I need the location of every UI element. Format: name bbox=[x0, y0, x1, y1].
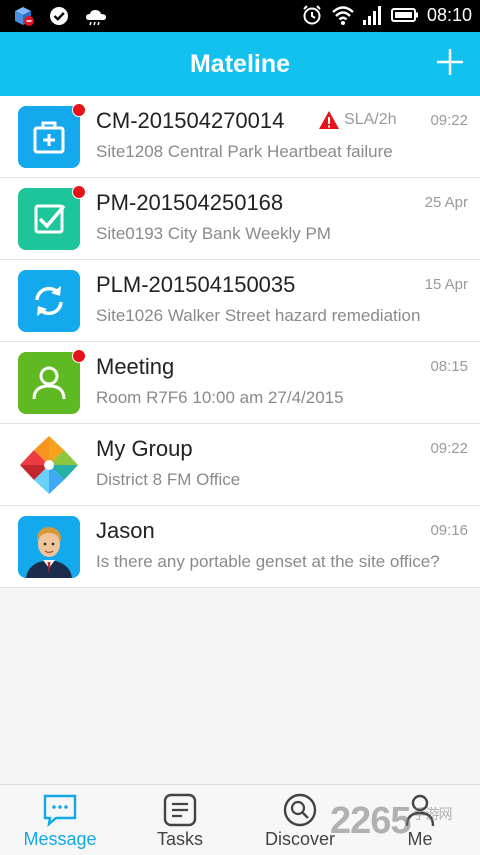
conversation-row[interactable]: PM-201504250168 25 Apr Site0193 City Ban… bbox=[0, 178, 480, 260]
clock-time: 08:10 bbox=[426, 4, 472, 25]
sla-badge: SLA/2h bbox=[318, 110, 396, 130]
search-icon bbox=[283, 793, 317, 827]
refresh-icon bbox=[18, 270, 80, 332]
conversation-row[interactable]: PLM-201504150035 15 Apr Site1026 Walker … bbox=[0, 260, 480, 342]
wifi-icon bbox=[331, 4, 354, 26]
person-icon bbox=[18, 352, 80, 414]
conversation-row[interactable]: Jason 09:16 Is there any portable genset… bbox=[0, 506, 480, 588]
watermark-text: 2265 bbox=[330, 800, 412, 842]
conversation-subtitle: Site0193 City Bank Weekly PM bbox=[96, 224, 331, 243]
conversation-time: 09:16 bbox=[430, 522, 468, 539]
plus-icon bbox=[437, 49, 463, 75]
sla-label: SLA/2h bbox=[344, 111, 397, 128]
app-header: Mateline bbox=[0, 32, 480, 96]
unread-dot bbox=[72, 185, 86, 199]
check-circle-icon bbox=[48, 5, 70, 27]
conversation-time: 25 Apr bbox=[424, 194, 468, 211]
conversation-time: 09:22 bbox=[430, 112, 468, 129]
conversation-time: 08:15 bbox=[430, 358, 468, 375]
conversation-row[interactable]: Meeting 08:15 Room R7F6 10:00 am 27/4/20… bbox=[0, 342, 480, 424]
conversation-name: My Group bbox=[96, 436, 193, 461]
cloud-icon bbox=[84, 5, 106, 27]
warning-icon bbox=[319, 111, 339, 129]
tab-message[interactable]: Message bbox=[0, 785, 120, 855]
tab-label: Message bbox=[23, 829, 97, 849]
document-icon bbox=[163, 793, 197, 827]
toolbox-icon bbox=[18, 106, 80, 168]
conversation-subtitle: District 8 FM Office bbox=[96, 470, 241, 489]
conversation-name: Jason bbox=[96, 518, 155, 543]
chat-bubble-icon bbox=[43, 794, 77, 827]
conversation-name: PM-201504250168 bbox=[96, 190, 284, 215]
signal-icon bbox=[361, 4, 383, 26]
user-avatar bbox=[18, 516, 80, 578]
conversation-subtitle: Site1208 Central Park Heartbeat failure bbox=[96, 142, 393, 161]
conversation-time: 09:22 bbox=[430, 440, 468, 457]
conversation-time: 15 Apr bbox=[424, 276, 468, 293]
unread-dot bbox=[72, 103, 86, 117]
pinwheel-icon bbox=[18, 434, 80, 496]
watermark-suffix: 手游网 bbox=[412, 806, 453, 822]
watermark: 2265 手游网 bbox=[330, 800, 453, 843]
alarm-clock-icon bbox=[301, 4, 323, 26]
conversation-list: CM-201504270014 SLA/2h 09:22 Site1208 Ce… bbox=[0, 96, 480, 588]
unread-dot bbox=[72, 349, 86, 363]
add-button[interactable] bbox=[434, 46, 466, 78]
battery-icon bbox=[390, 4, 419, 26]
conversation-subtitle: Is there any portable genset at the site… bbox=[96, 552, 440, 571]
checkbox-icon bbox=[18, 188, 80, 250]
conversation-name: Meeting bbox=[96, 354, 175, 379]
status-bar: 08:10 bbox=[0, 0, 480, 32]
conversation-subtitle: Site1026 Walker Street hazard remediatio… bbox=[96, 306, 421, 325]
app-notification-icon bbox=[12, 5, 34, 27]
conversation-row[interactable]: CM-201504270014 SLA/2h 09:22 Site1208 Ce… bbox=[0, 96, 480, 178]
tab-label: Tasks bbox=[156, 829, 203, 849]
tab-tasks[interactable]: Tasks bbox=[120, 785, 240, 855]
conversation-subtitle: Room R7F6 10:00 am 27/4/2015 bbox=[96, 388, 344, 407]
conversation-name: PLM-201504150035 bbox=[96, 272, 296, 297]
conversation-name: CM-201504270014 bbox=[96, 108, 285, 133]
conversation-row[interactable]: My Group 09:22 District 8 FM Office bbox=[0, 424, 480, 506]
app-title: Mateline bbox=[189, 50, 291, 78]
